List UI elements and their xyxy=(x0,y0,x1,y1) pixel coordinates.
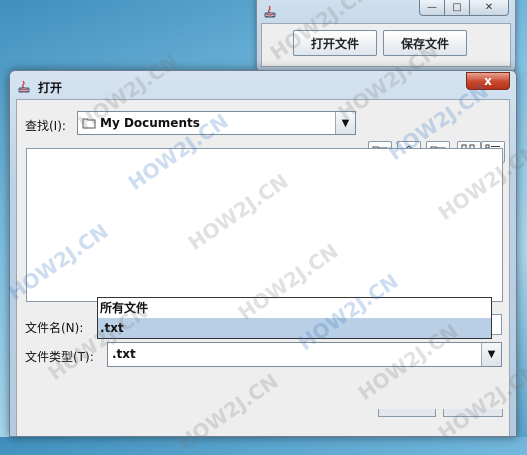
chevron-down-icon: ▼ xyxy=(487,349,496,360)
maximize-button[interactable]: □ xyxy=(444,0,470,16)
open-dialog: 打开 x 查找(I): My Documents ▼ 文件名(N): 文件类型(… xyxy=(9,70,517,437)
minimize-button[interactable]: — xyxy=(419,0,445,16)
filetype-dropdown-arrow[interactable]: ▼ xyxy=(481,343,501,366)
java-app-icon xyxy=(263,4,277,21)
look-in-value: My Documents xyxy=(100,116,200,130)
look-in-label: 查找(I): xyxy=(25,119,66,133)
filetype-option-all[interactable]: 所有文件 xyxy=(98,298,491,318)
filetype-option-txt[interactable]: .txt xyxy=(98,318,491,338)
filetype-label: 文件类型(T): xyxy=(25,350,94,364)
file-list[interactable] xyxy=(26,148,503,302)
save-file-button[interactable]: 保存文件 xyxy=(383,30,467,56)
look-in-combo[interactable]: My Documents ▼ xyxy=(77,111,356,135)
maximize-icon: □ xyxy=(452,2,462,13)
folder-icon xyxy=(82,117,96,132)
filename-label: 文件名(N): xyxy=(25,321,84,335)
parent-close-button[interactable]: ✕ xyxy=(469,0,509,16)
dialog-close-button[interactable]: x xyxy=(466,72,510,90)
close-icon: ✕ xyxy=(484,2,494,13)
filetype-combo[interactable]: .txt ▼ xyxy=(107,342,502,367)
parent-window: — □ ✕ 打开文件 保存文件 xyxy=(256,0,516,72)
dialog-content: 查找(I): My Documents ▼ 文件名(N): 文件类型(T): .… xyxy=(16,99,510,436)
java-app-icon xyxy=(17,79,31,96)
look-in-dropdown-arrow[interactable]: ▼ xyxy=(335,112,355,134)
chevron-down-icon: ▼ xyxy=(341,117,350,129)
parent-content: 打开文件 保存文件 xyxy=(261,23,511,67)
cancel-button-partial[interactable] xyxy=(443,409,503,417)
open-file-button[interactable]: 打开文件 xyxy=(293,30,377,56)
filetype-dropdown-list: 所有文件 .txt xyxy=(97,297,492,339)
close-icon: x xyxy=(484,74,492,88)
filetype-value: .txt xyxy=(112,347,136,361)
minimize-icon: — xyxy=(427,2,437,13)
dialog-title: 打开 xyxy=(38,81,63,95)
open-button-partial[interactable] xyxy=(378,409,436,417)
